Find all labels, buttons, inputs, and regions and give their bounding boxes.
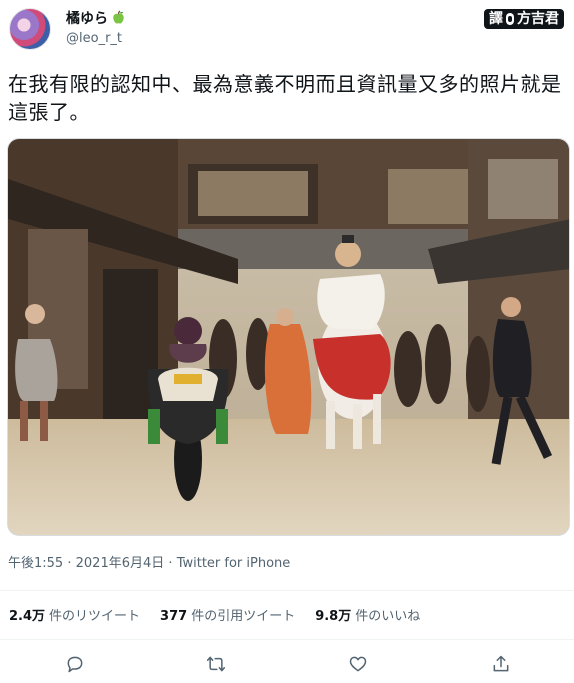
tweet-source[interactable]: Twitter for iPhone (177, 556, 291, 571)
divider (0, 639, 574, 640)
watermark-right: 方吉君 (517, 11, 559, 27)
author-display-name[interactable]: 橘ゆら (66, 10, 126, 30)
tweet-meta: 午後1:55 · 2021年6月4日 · Twitter for iPhone (8, 556, 290, 572)
photo-illustration (8, 139, 569, 535)
author-handle[interactable]: @leo_r_t (66, 31, 122, 47)
retweet-button[interactable] (204, 652, 228, 676)
green-apple-icon (111, 10, 126, 30)
reply-icon (67, 656, 83, 673)
retweet-icon (206, 656, 226, 672)
meta-separator: · (168, 556, 173, 571)
stat-likes[interactable]: 9.8万 件のいいね (315, 609, 420, 625)
tweet-header: 橘ゆら @leo_r_t 譯 方吉君 (0, 0, 574, 60)
tweet-actions (0, 652, 574, 678)
avatar[interactable] (9, 8, 51, 50)
translator-watermark: 譯 方吉君 (484, 9, 564, 29)
tweet-stats: 2.4万 件のリツイート 377 件の引用ツイート 9.8万 件のいいね (9, 609, 440, 625)
watermark-dot-icon (506, 13, 514, 25)
stat-quote-tweets[interactable]: 377 件の引用ツイート (160, 609, 295, 625)
watermark-left: 譯 (489, 11, 503, 27)
share-button[interactable] (489, 652, 513, 676)
tweet-time[interactable]: 午後1:55 · 2021年6月4日 (8, 556, 164, 571)
like-icon (349, 656, 367, 672)
reply-button[interactable] (63, 652, 87, 676)
divider (0, 590, 574, 591)
share-icon (493, 655, 509, 672)
tweet-photo[interactable] (7, 138, 570, 536)
like-button[interactable] (346, 652, 370, 676)
tweet-text: 在我有限的認知中、最為意義不明而且資訊量又多的照片就是這張了。 (8, 72, 562, 124)
display-name-text: 橘ゆら (66, 11, 108, 27)
stat-retweets[interactable]: 2.4万 件のリツイート (9, 609, 140, 625)
